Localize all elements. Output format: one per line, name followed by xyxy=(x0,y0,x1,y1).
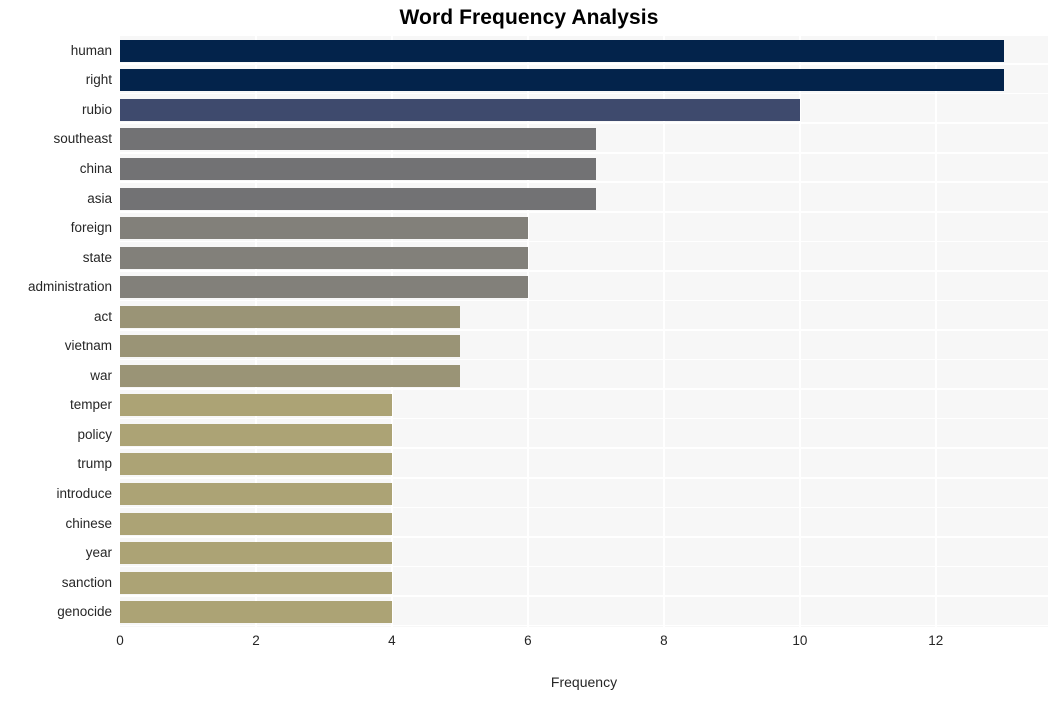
bar xyxy=(120,276,528,299)
bar xyxy=(120,571,392,594)
bar xyxy=(120,394,392,417)
bar xyxy=(120,128,596,151)
y-axis-tick-label: policy xyxy=(77,426,112,442)
y-axis-tick-label: human xyxy=(70,42,112,58)
x-axis-tick-label: 8 xyxy=(660,633,668,648)
y-axis-tick-label: state xyxy=(82,249,112,265)
x-axis-tick-labels: 0 2 4 6 8 10 12 xyxy=(0,633,1058,657)
y-axis-tick-label: vietnam xyxy=(64,338,112,354)
bar xyxy=(120,483,392,506)
bar xyxy=(120,364,460,387)
bar xyxy=(120,335,460,358)
word-frequency-chart-figure: Word Frequency Analysis human right rubio s… xyxy=(0,0,1058,701)
bar-series xyxy=(120,36,1048,627)
x-axis-tick-label: 0 xyxy=(116,633,124,648)
page-title: Word Frequency Analysis xyxy=(399,6,659,29)
plot-area xyxy=(120,36,1048,627)
y-axis-tick-label: foreign xyxy=(70,220,112,236)
x-axis-title: Frequency xyxy=(550,674,618,690)
y-axis-tick-label: year xyxy=(85,545,112,561)
bar xyxy=(120,601,392,624)
bar xyxy=(120,512,392,535)
bar xyxy=(120,39,1004,62)
bar xyxy=(120,187,596,210)
y-axis-tick-label: southeast xyxy=(53,131,112,147)
bar xyxy=(120,157,596,180)
y-axis-tick-labels: human right rubio southeast china asia foreign… xyxy=(0,36,112,627)
y-axis-tick-label: introduce xyxy=(56,486,112,502)
bar xyxy=(120,246,528,269)
y-axis-tick-label: administration xyxy=(27,279,112,295)
y-axis-tick-label: chinese xyxy=(65,515,112,531)
y-axis-tick-label: china xyxy=(79,160,112,176)
x-axis-tick-label: 4 xyxy=(388,633,396,648)
x-axis-tick-label: 12 xyxy=(928,633,944,648)
y-axis-tick-label: right xyxy=(85,72,112,88)
y-axis-tick-label: genocide xyxy=(57,604,112,620)
y-axis-tick-label: trump xyxy=(77,456,112,472)
y-axis-tick-label: rubio xyxy=(81,101,112,117)
bar xyxy=(120,217,528,240)
bar xyxy=(120,453,392,476)
bar xyxy=(120,305,460,328)
y-axis-tick-label: act xyxy=(93,308,112,324)
bar xyxy=(120,542,392,565)
bar xyxy=(120,69,1004,92)
y-axis-tick-label: sanction xyxy=(61,574,112,590)
y-axis-tick-label: temper xyxy=(69,397,112,413)
bar xyxy=(120,98,800,121)
x-axis-tick-label: 2 xyxy=(252,633,260,648)
y-axis-tick-label: war xyxy=(90,367,112,383)
x-axis-tick-label: 6 xyxy=(524,633,532,648)
y-axis-tick-label: asia xyxy=(87,190,112,206)
bar xyxy=(120,423,392,446)
x-axis-tick-label: 10 xyxy=(792,633,808,648)
